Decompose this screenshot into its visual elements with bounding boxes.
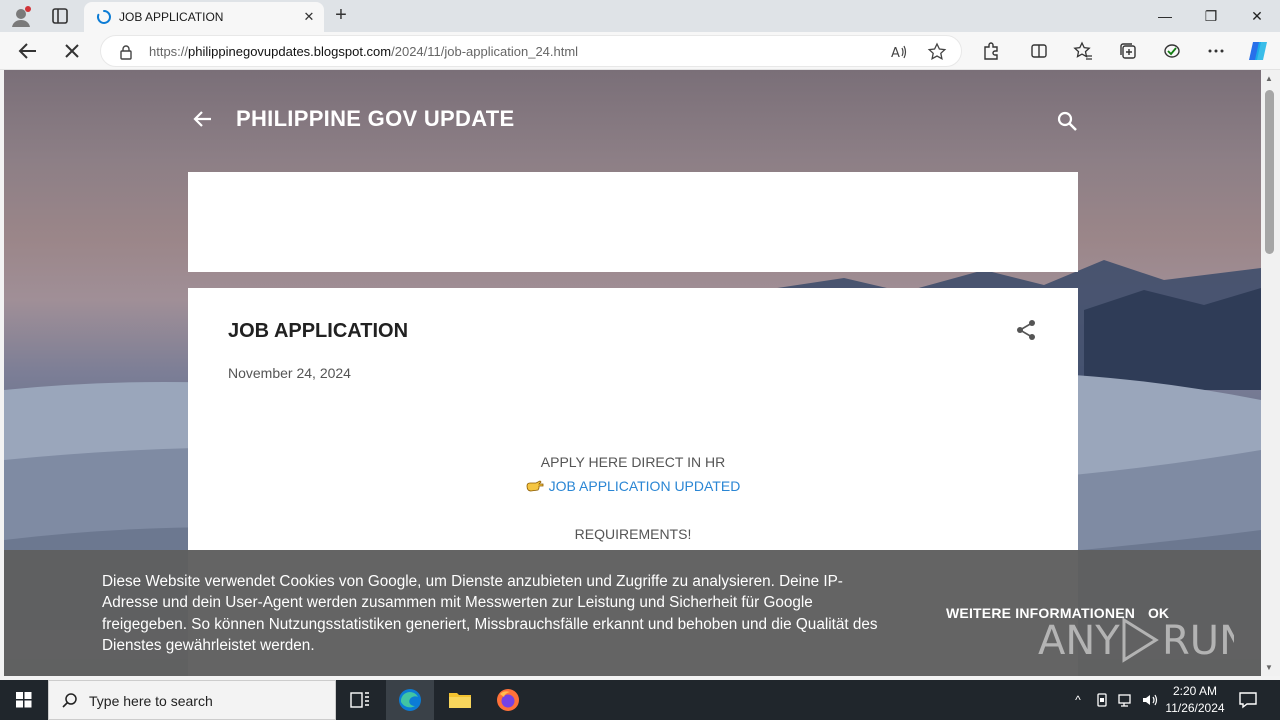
- loading-spinner-icon: [96, 10, 111, 24]
- split-screen-icon[interactable]: [1029, 41, 1049, 61]
- address-bar[interactable]: https://philippinegovupdates.blogspot.co…: [100, 35, 962, 67]
- taskbar-search-box[interactable]: Type here to search: [48, 680, 336, 720]
- taskbar-search-placeholder: Type here to search: [89, 693, 213, 709]
- show-hidden-icons-chevron-icon[interactable]: ^: [1068, 690, 1088, 710]
- post-title[interactable]: JOB APPLICATION: [228, 320, 408, 343]
- profile-icon[interactable]: [10, 6, 32, 28]
- tab-close-icon[interactable]: ✕: [300, 8, 318, 26]
- scrollbar-thumb[interactable]: [1265, 90, 1274, 254]
- svg-text:A: A: [891, 46, 900, 61]
- new-tab-button[interactable]: +: [330, 5, 352, 27]
- clock-time: 2:20 AM: [1172, 684, 1218, 698]
- svg-text:RUN: RUN: [1162, 618, 1234, 664]
- favorite-star-icon[interactable]: [927, 42, 947, 62]
- scroll-down-arrow-icon[interactable]: ▼: [1265, 663, 1273, 672]
- blog-title[interactable]: PHILIPPINE GOV UPDATE: [236, 106, 515, 132]
- more-menu-icon[interactable]: [1206, 41, 1226, 61]
- task-view-icon[interactable]: [336, 680, 384, 720]
- favorites-icon[interactable]: [1073, 41, 1093, 61]
- minimize-button[interactable]: —: [1142, 4, 1188, 28]
- tab-title: JOB APPLICATION: [119, 10, 224, 24]
- back-arrow-icon[interactable]: [192, 108, 214, 130]
- post-line-requirements: REQUIREMENTS!: [574, 526, 692, 542]
- url-text[interactable]: https://philippinegovupdates.blogspot.co…: [149, 44, 578, 59]
- maximize-button[interactable]: ❐: [1188, 4, 1234, 28]
- pointing-hand-icon: [526, 480, 544, 492]
- browser-toolbar: https://philippinegovupdates.blogspot.co…: [0, 32, 1280, 70]
- browser-essentials-icon[interactable]: [1162, 41, 1182, 61]
- network-icon[interactable]: [1116, 690, 1136, 710]
- post-body: APPLY HERE DIRECT IN HR JOB APPLICATION …: [188, 450, 1078, 546]
- back-icon[interactable]: [16, 39, 40, 63]
- clock-date: 11/26/2024: [1165, 701, 1225, 715]
- page-viewport: PHILIPPINE GOV UPDATE JOB APPLICATION No…: [4, 70, 1261, 676]
- file-explorer-icon[interactable]: [436, 680, 484, 720]
- taskbar-search-icon: [62, 693, 77, 708]
- post-line-apply: APPLY HERE DIRECT IN HR: [540, 454, 726, 470]
- system-clock[interactable]: 2:20 AM 11/26/2024: [1160, 683, 1230, 717]
- post-date: November 24, 2024: [228, 365, 351, 381]
- windows-start-icon[interactable]: [0, 680, 48, 720]
- lock-icon[interactable]: [119, 44, 133, 60]
- blog-header: PHILIPPINE GOV UPDATE: [188, 100, 1078, 140]
- scroll-up-arrow-icon[interactable]: ▲: [1265, 74, 1273, 83]
- search-icon[interactable]: [1056, 110, 1078, 132]
- browser-tab[interactable]: JOB APPLICATION ✕: [84, 2, 324, 32]
- device-tray-icon[interactable]: [1092, 690, 1112, 710]
- anyrun-watermark-logo: ANY RUN: [1038, 617, 1234, 664]
- volume-icon[interactable]: [1140, 690, 1160, 710]
- ad-container: [188, 172, 1078, 272]
- collections-icon[interactable]: [1118, 41, 1138, 61]
- share-icon[interactable]: [1015, 319, 1037, 341]
- job-application-link[interactable]: JOB APPLICATION UPDATED: [549, 478, 741, 494]
- read-aloud-icon[interactable]: A: [889, 42, 909, 62]
- edge-taskbar-icon[interactable]: [386, 680, 434, 720]
- stop-loading-icon[interactable]: [60, 39, 84, 63]
- copilot-icon[interactable]: [1246, 39, 1270, 63]
- close-window-button[interactable]: ✕: [1234, 4, 1280, 28]
- browser-tab-strip: JOB APPLICATION ✕ + — ❐ ✕: [0, 0, 1280, 32]
- windows-taskbar: Type here to search ^ 2:20 AM 11/26/2024: [0, 680, 1280, 720]
- svg-text:ANY: ANY: [1038, 618, 1120, 664]
- tab-actions-icon[interactable]: [50, 6, 70, 26]
- firefox-icon[interactable]: [484, 680, 532, 720]
- cookie-notice-text: Diese Website verwendet Cookies von Goog…: [102, 573, 878, 654]
- notifications-icon[interactable]: [1236, 688, 1260, 712]
- extensions-icon[interactable]: [981, 41, 1001, 61]
- page-scrollbar[interactable]: ▲ ▼: [1261, 70, 1280, 676]
